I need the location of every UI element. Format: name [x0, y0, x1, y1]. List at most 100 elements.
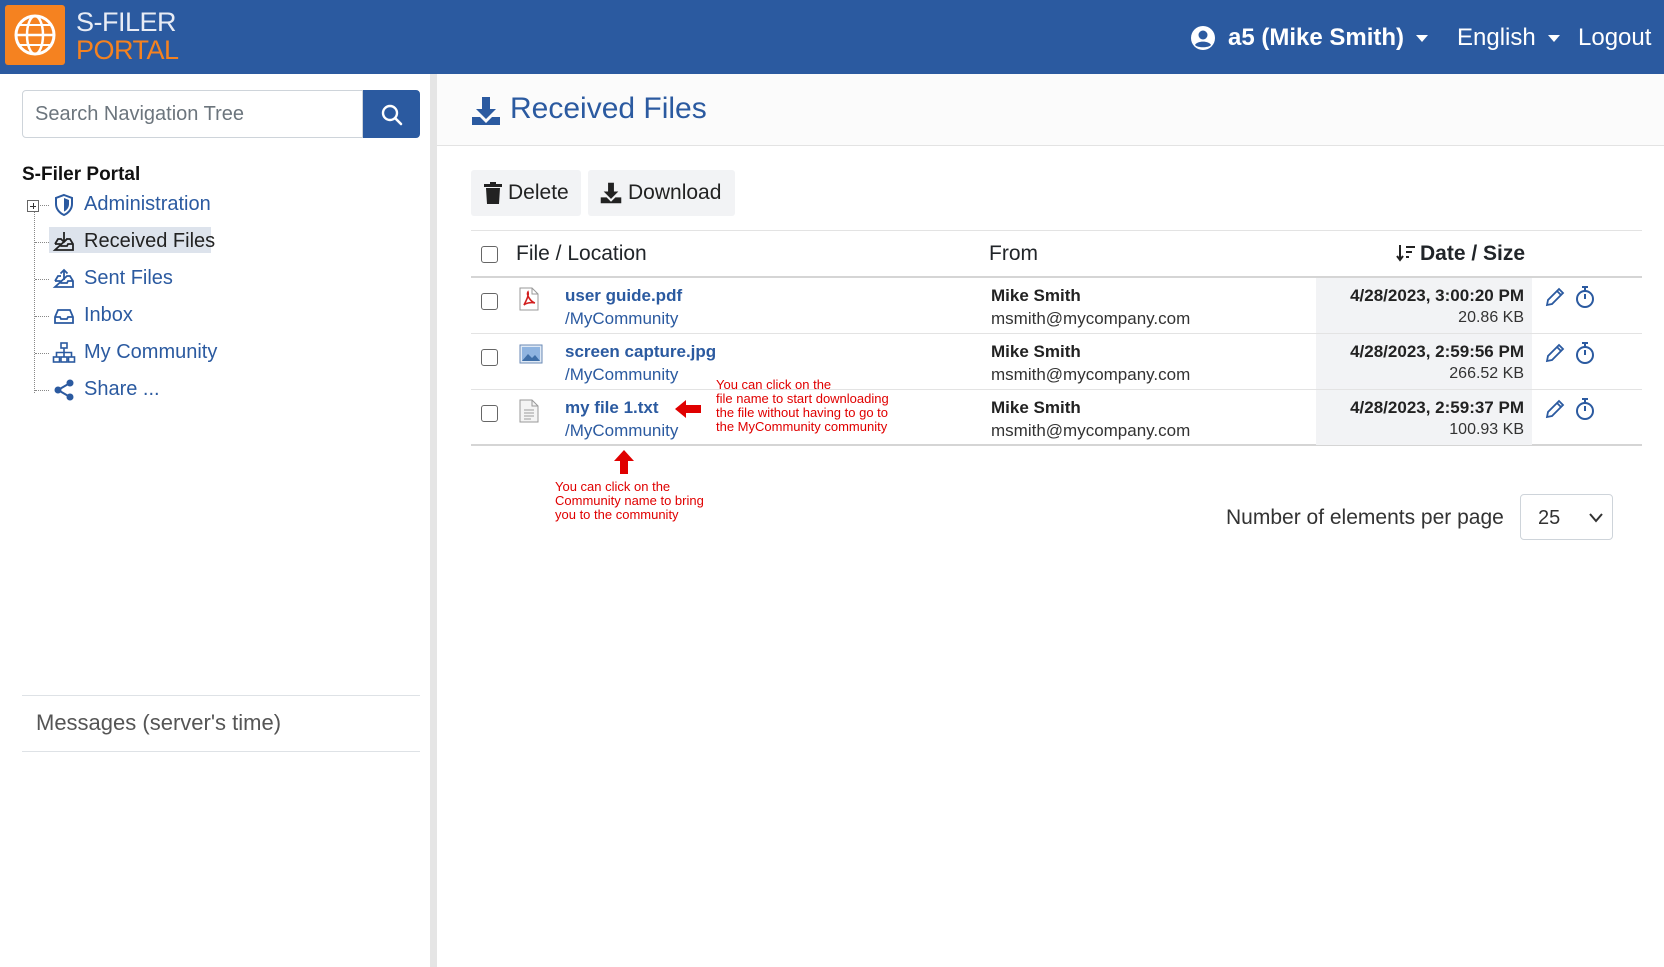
stopwatch-icon[interactable] — [1574, 285, 1596, 309]
stopwatch-icon[interactable] — [1574, 341, 1596, 365]
file-location-link[interactable]: /MyCommunity — [565, 365, 678, 385]
text-file-icon — [519, 399, 539, 423]
pane-splitter[interactable] — [430, 74, 437, 967]
file-location-link[interactable]: /MyCommunity — [565, 421, 678, 441]
expand-plus-icon[interactable] — [27, 200, 39, 212]
select-all-checkbox[interactable] — [481, 246, 498, 263]
sidebar-item-label: Sent Files — [84, 267, 173, 289]
language-menu[interactable]: English — [1457, 22, 1560, 54]
file-name-link[interactable]: screen capture.jpg — [565, 342, 716, 362]
table-row[interactable]: my file 1.txt /MyCommunity Mike Smith ms… — [471, 390, 1642, 446]
column-header-date-label: Date / Size — [1420, 242, 1526, 265]
file-size: 266.52 KB — [1449, 365, 1524, 382]
sender-email: msmith@mycompany.com — [991, 421, 1191, 440]
sidebar-item-my-community[interactable]: My Community — [22, 338, 402, 368]
community-annotation: You can click on the Community name to b… — [555, 479, 704, 522]
shield-icon — [55, 193, 73, 217]
sidebar-item-received-files[interactable]: Received Files — [22, 227, 402, 257]
language-label: English — [1457, 24, 1536, 51]
search-input[interactable] — [22, 90, 363, 138]
arrow-up-icon — [614, 450, 634, 474]
row-checkbox[interactable] — [481, 293, 498, 310]
tree-root[interactable]: S-Filer Portal — [22, 164, 140, 186]
stopwatch-icon[interactable] — [1574, 397, 1596, 421]
column-header-file[interactable]: File / Location — [516, 242, 647, 266]
delete-label: Delete — [508, 181, 569, 204]
file-date: 4/28/2023, 2:59:37 PM — [1350, 398, 1524, 417]
globe-logo-icon[interactable] — [5, 5, 65, 65]
date-size-cell: 4/28/2023, 3:00:20 PM 20.86 KB — [1316, 278, 1532, 333]
file-name-link[interactable]: user guide.pdf — [565, 286, 682, 306]
sitemap-icon — [52, 342, 76, 363]
download-button[interactable]: Download — [588, 170, 735, 216]
download-icon — [600, 182, 622, 204]
brand-line-1: S-FILER — [76, 7, 177, 37]
sort-descending-icon — [1396, 245, 1415, 262]
arrow-left-icon — [675, 400, 701, 418]
column-header-from[interactable]: From — [989, 242, 1038, 266]
page-size-label: Number of elements per page — [1226, 506, 1504, 529]
chevron-down-icon — [1416, 34, 1429, 42]
table-header: File / Location From Date / Size — [471, 230, 1642, 278]
sidebar: S-Filer Portal Administration Received F… — [0, 74, 440, 967]
sender-email: msmith@mycompany.com — [991, 365, 1191, 384]
search-button[interactable] — [363, 90, 420, 138]
column-header-date[interactable]: Date / Size — [1396, 242, 1525, 266]
messages-label: Messages (server's time) — [36, 710, 282, 735]
pencil-icon[interactable] — [1544, 342, 1566, 364]
file-date: 4/28/2023, 2:59:56 PM — [1350, 342, 1524, 361]
row-checkbox[interactable] — [481, 349, 498, 366]
delete-button[interactable]: Delete — [471, 170, 581, 216]
date-size-cell: 4/28/2023, 2:59:56 PM 266.52 KB — [1316, 334, 1532, 389]
inbox-icon — [54, 309, 74, 324]
sidebar-item-label: Administration — [84, 193, 211, 215]
user-circle-icon — [1191, 26, 1215, 50]
file-size: 100.93 KB — [1449, 421, 1524, 438]
trash-icon — [484, 182, 502, 204]
row-checkbox[interactable] — [481, 405, 498, 422]
user-menu[interactable]: a5 (Mike Smith) — [1190, 22, 1429, 54]
page-title: Received Files — [510, 92, 707, 125]
pdf-file-icon — [519, 287, 539, 311]
main-content: Received Files Delete Download File / Lo… — [437, 74, 1664, 967]
logout-link[interactable]: Logout — [1578, 22, 1651, 54]
share-icon — [54, 379, 74, 401]
chevron-down-icon — [1589, 513, 1603, 523]
table-row[interactable]: user guide.pdf /MyCommunity Mike Smith m… — [471, 278, 1642, 334]
inbox-download-icon — [52, 232, 74, 251]
file-location-link[interactable]: /MyCommunity — [565, 309, 678, 329]
inbox-upload-icon — [52, 268, 74, 288]
brand-logo[interactable]: S-FILER PORTAL — [76, 8, 179, 64]
file-name-annotation: You can click on the file name to start … — [716, 377, 889, 434]
file-size: 20.86 KB — [1458, 309, 1524, 326]
download-label: Download — [628, 181, 722, 204]
sidebar-item-administration[interactable]: Administration — [22, 190, 402, 220]
sidebar-item-inbox[interactable]: Inbox — [22, 301, 402, 331]
page-size-select[interactable]: 25 — [1520, 494, 1613, 540]
top-navbar: S-FILER PORTAL a5 (Mike Smith) English L… — [0, 0, 1664, 74]
page-header: Received Files — [437, 74, 1664, 146]
messages-panel[interactable]: Messages (server's time) — [22, 695, 420, 752]
sidebar-item-label: Inbox — [84, 304, 133, 326]
file-date: 4/28/2023, 3:00:20 PM — [1350, 286, 1524, 305]
brand-line-2: PORTAL — [76, 35, 179, 65]
date-size-cell: 4/28/2023, 2:59:37 PM 100.93 KB — [1316, 390, 1532, 445]
sidebar-item-sent-files[interactable]: Sent Files — [22, 264, 402, 294]
sidebar-item-label: My Community — [84, 341, 218, 363]
nav-search — [22, 90, 420, 138]
download-icon — [472, 97, 500, 125]
sender-name: Mike Smith — [991, 398, 1081, 417]
search-icon — [381, 104, 403, 126]
pencil-icon[interactable] — [1544, 398, 1566, 420]
user-menu-label: a5 (Mike Smith) — [1228, 24, 1405, 51]
table-row[interactable]: screen capture.jpg /MyCommunity Mike Smi… — [471, 334, 1642, 390]
sender-name: Mike Smith — [991, 286, 1081, 305]
sidebar-item-label: Share ... — [84, 378, 160, 400]
file-name-link[interactable]: my file 1.txt — [565, 398, 659, 418]
sidebar-item-share[interactable]: Share ... — [22, 375, 402, 405]
chevron-down-icon — [1547, 34, 1560, 42]
page-size-value: 25 — [1538, 507, 1561, 529]
image-file-icon — [519, 344, 543, 364]
sidebar-item-label: Received Files — [84, 230, 216, 252]
pencil-icon[interactable] — [1544, 286, 1566, 308]
